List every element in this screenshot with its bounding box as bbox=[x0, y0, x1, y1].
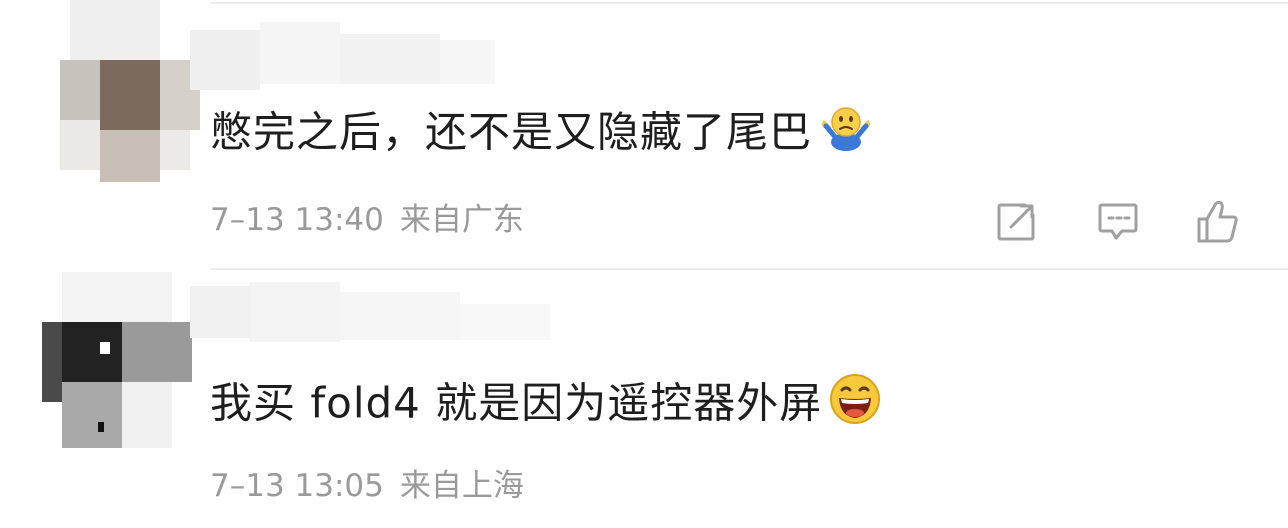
avatar[interactable] bbox=[30, 0, 200, 182]
avatar[interactable] bbox=[42, 272, 192, 448]
location: 来自上海 bbox=[399, 468, 524, 504]
location: 来自广东 bbox=[399, 202, 524, 238]
comment-body: 我买 fold4 就是因为遥控器外屏 bbox=[210, 378, 823, 428]
username[interactable] bbox=[190, 282, 560, 352]
comment-text: 我买 fold4 就是因为遥控器外屏 bbox=[210, 372, 882, 440]
comment-body: 憋完之后，还不是又隐藏了尾巴 bbox=[210, 107, 813, 157]
share-button[interactable] bbox=[990, 196, 1042, 248]
divider bbox=[210, 2, 1288, 4]
shrug-emoji-icon bbox=[818, 104, 874, 166]
comment-text: 憋完之后，还不是又隐藏了尾巴 bbox=[210, 104, 874, 166]
comment-meta: 7–13 13:05 来自上海 bbox=[210, 466, 524, 506]
like-button[interactable] bbox=[1192, 196, 1244, 248]
timestamp: 7–13 13:40 bbox=[210, 202, 384, 238]
comment-icon bbox=[1098, 203, 1138, 240]
username[interactable] bbox=[190, 22, 500, 92]
share-icon bbox=[997, 203, 1035, 241]
reply-button[interactable] bbox=[1092, 196, 1144, 248]
laughing-emoji-icon bbox=[828, 372, 882, 440]
timestamp: 7–13 13:05 bbox=[210, 468, 384, 504]
comment-list: 憋完之后，还不是又隐藏了尾巴 7–13 13:40 来自广东 我买 fold4 … bbox=[0, 0, 1288, 528]
divider bbox=[210, 268, 1288, 270]
like-icon bbox=[1197, 200, 1238, 243]
comment-meta: 7–13 13:40 来自广东 bbox=[210, 200, 524, 240]
